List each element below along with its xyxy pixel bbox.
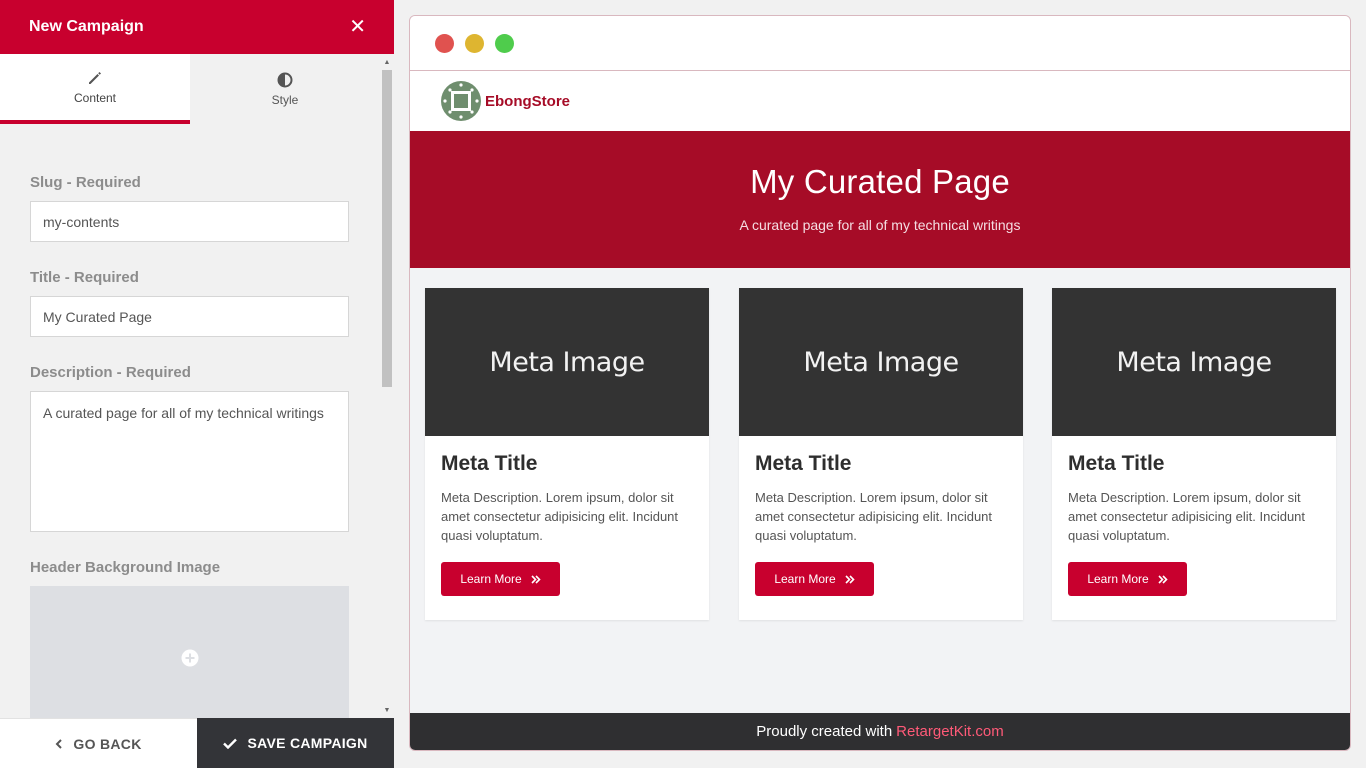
go-back-button[interactable]: GO BACK <box>0 718 197 768</box>
tab-style[interactable]: Style <box>190 54 380 124</box>
editor-header: New Campaign ✕ <box>0 0 394 54</box>
scroll-up-icon[interactable]: ▲ <box>383 58 391 66</box>
learn-more-button[interactable]: Learn More <box>755 562 874 596</box>
card-meta-image: Meta Image <box>1052 288 1336 436</box>
site-navbar: EbongStore <box>410 71 1350 131</box>
window-minimize-dot <box>465 34 484 53</box>
editor-tabs: Content Style <box>0 54 380 124</box>
footer-text: Proudly created with <box>756 723 893 740</box>
card-description: Meta Description. Lorem ipsum, dolor sit… <box>755 490 993 543</box>
save-campaign-label: SAVE CAMPAIGN <box>247 735 368 751</box>
card-body: Meta Title Meta Description. Lorem ipsum… <box>425 436 709 596</box>
card-title: Meta Title <box>755 452 852 475</box>
description-label: Description - Required <box>30 364 191 381</box>
campaign-form: Slug - Required my-contents Title - Requ… <box>0 140 380 718</box>
check-icon <box>223 738 238 749</box>
card-meta-image: Meta Image <box>739 288 1023 436</box>
site-footer: Proudly created with RetargetKit.com <box>410 713 1350 750</box>
store-brand-name[interactable]: EbongStore <box>485 93 570 110</box>
card-body: Meta Title Meta Description. Lorem ipsum… <box>1052 436 1336 596</box>
hero-subtitle: A curated page for all of my technical w… <box>739 217 1021 233</box>
go-back-label: GO BACK <box>73 735 142 752</box>
card-meta-image: Meta Image <box>425 288 709 436</box>
slug-input[interactable]: my-contents <box>30 201 349 242</box>
footer-link[interactable]: RetargetKit.com <box>896 723 1004 740</box>
card-title: Meta Title <box>1068 452 1165 475</box>
card-body: Meta Title Meta Description. Lorem ipsum… <box>739 436 1023 596</box>
close-icon[interactable]: ✕ <box>349 17 366 37</box>
learn-more-button[interactable]: Learn More <box>1068 562 1187 596</box>
card-description: Meta Description. Lorem ipsum, dolor sit… <box>1068 490 1306 543</box>
editor-form-scroll[interactable]: Slug - Required my-contents Title - Requ… <box>0 140 380 718</box>
card-title: Meta Title <box>441 452 538 475</box>
double-chevron-right-icon <box>1158 574 1168 584</box>
plus-circle-icon <box>181 649 199 672</box>
tab-content-label: Content <box>73 91 117 105</box>
scrollbar-thumb[interactable] <box>382 70 392 387</box>
editor-scrollbar[interactable]: ▲ ▼ <box>380 54 394 718</box>
description-textarea[interactable]: A curated page for all of my technical w… <box>30 391 349 532</box>
chevron-left-icon <box>55 738 63 749</box>
content-card: Meta Image Meta Title Meta Description. … <box>739 288 1023 620</box>
card-description: Meta Description. Lorem ipsum, dolor sit… <box>441 490 679 543</box>
editor-title: New Campaign <box>29 18 144 35</box>
window-close-dot <box>435 34 454 53</box>
contrast-icon <box>276 71 294 89</box>
page-preview-window: EbongStore My Curated Page A curated pag… <box>409 15 1351 751</box>
hero-banner: My Curated Page A curated page for all o… <box>410 131 1350 268</box>
window-maximize-dot <box>495 34 514 53</box>
header-image-upload[interactable] <box>30 586 349 718</box>
window-titlebar <box>410 16 1350 71</box>
content-cards: Meta Image Meta Title Meta Description. … <box>425 288 1337 620</box>
editor-action-bar: GO BACK SAVE CAMPAIGN <box>0 718 394 768</box>
content-card: Meta Image Meta Title Meta Description. … <box>1052 288 1336 620</box>
title-label: Title - Required <box>30 269 139 286</box>
tab-style-label: Style <box>271 93 299 107</box>
hero-title: My Curated Page <box>750 163 1010 200</box>
pencil-icon <box>86 69 104 87</box>
double-chevron-right-icon <box>531 574 541 584</box>
learn-more-button[interactable]: Learn More <box>441 562 560 596</box>
learn-more-label: Learn More <box>774 572 836 586</box>
header-image-label: Header Background Image <box>30 559 221 576</box>
store-logo-icon <box>441 81 481 121</box>
learn-more-label: Learn More <box>1087 572 1149 586</box>
scroll-down-icon[interactable]: ▼ <box>383 706 391 714</box>
campaign-editor-panel: New Campaign ✕ Content Style Slug - Requ… <box>0 0 394 768</box>
tab-content[interactable]: Content <box>0 54 190 124</box>
slug-label: Slug - Required <box>30 174 141 191</box>
title-input[interactable]: My Curated Page <box>30 296 349 337</box>
double-chevron-right-icon <box>845 574 855 584</box>
content-card: Meta Image Meta Title Meta Description. … <box>425 288 709 620</box>
learn-more-label: Learn More <box>460 572 522 586</box>
save-campaign-button[interactable]: SAVE CAMPAIGN <box>197 718 394 768</box>
